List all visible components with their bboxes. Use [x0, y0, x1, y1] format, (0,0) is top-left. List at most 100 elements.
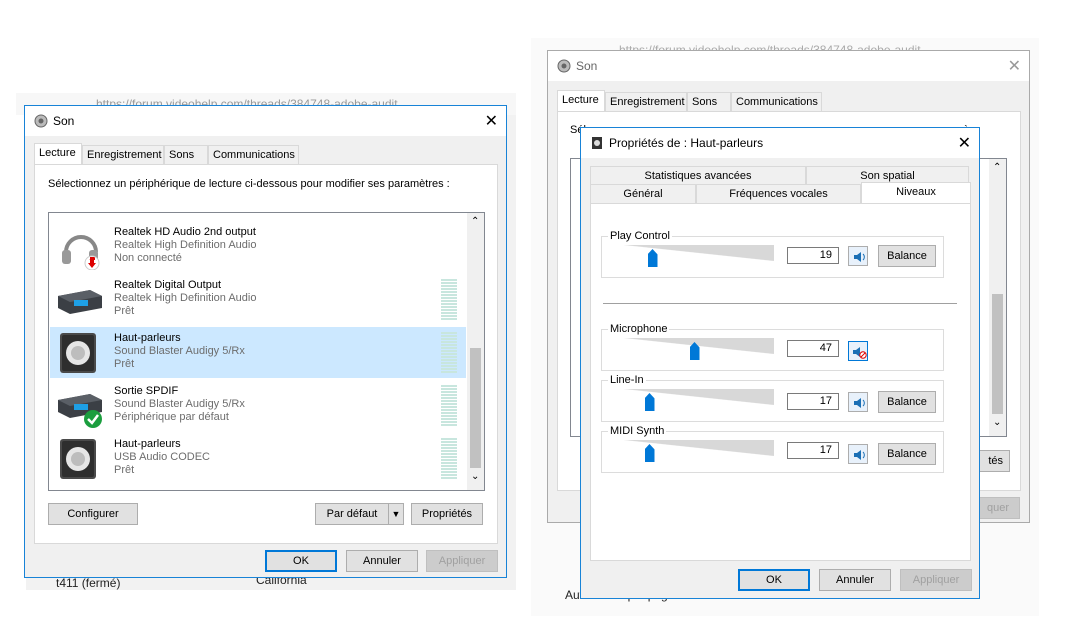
tab-lecture[interactable]: Lecture	[557, 90, 605, 111]
speaker-mute-button[interactable]	[848, 392, 868, 412]
speaker-icon	[58, 437, 100, 481]
device-status: Périphérique par défaut	[114, 411, 229, 423]
ok-button[interactable]: OK	[738, 569, 810, 591]
device-name: Realtek HD Audio 2nd output	[114, 226, 256, 238]
spdif-output-icon	[56, 386, 106, 430]
balance-button[interactable]: Balance	[878, 391, 936, 413]
device-status: Non connecté	[114, 252, 182, 264]
speaker-mute-button[interactable]	[848, 246, 868, 266]
device-status: Prêt	[114, 464, 135, 476]
left-titlebar	[25, 106, 506, 136]
right-titlebar	[548, 51, 1029, 81]
configure-button[interactable]: Configurer	[48, 503, 138, 525]
speaker-icon	[58, 331, 100, 375]
left-window-title: Son	[53, 114, 75, 128]
cancel-button[interactable]: Annuler	[346, 550, 418, 572]
tab-lecture[interactable]: Lecture	[34, 143, 82, 164]
list-scrollbar[interactable]: ⌃ ⌄	[989, 159, 1006, 436]
volume-slider[interactable]	[624, 245, 774, 261]
close-icon[interactable]: ✕	[1008, 56, 1021, 76]
device-status: Prêt	[114, 358, 135, 370]
level-meter	[441, 438, 457, 479]
balance-button[interactable]: Balance	[878, 245, 936, 267]
speaker-mute-button[interactable]	[848, 444, 868, 464]
list-item[interactable]: Realtek HD Audio 2nd output Realtek High…	[50, 221, 466, 272]
device-status: Prêt	[114, 305, 135, 317]
volume-value[interactable]: 19	[787, 247, 839, 264]
device-name: Sortie SPDIF	[114, 385, 179, 397]
cancel-button[interactable]: Annuler	[819, 569, 891, 591]
device-driver: Sound Blaster Audigy 5/Rx	[114, 398, 245, 410]
channel-group: Play Control 19 Balance	[601, 230, 944, 278]
close-icon[interactable]: ✕	[958, 133, 971, 153]
scrollbar-thumb[interactable]	[470, 348, 481, 468]
tab-enregistrement[interactable]: Enregistrement	[82, 145, 164, 164]
properties-button[interactable]: Propriétés	[411, 503, 483, 525]
volume-value[interactable]: 17	[787, 442, 839, 459]
tab-sons[interactable]: Sons	[687, 92, 731, 111]
left-sound-window: Son ✕ Lecture Enregistrement Sons Commun…	[24, 105, 507, 578]
volume-value[interactable]: 47	[787, 340, 839, 357]
device-list[interactable]: Realtek HD Audio 2nd output Realtek High…	[48, 212, 485, 491]
channel-label: Line-In	[608, 374, 646, 386]
set-default-button[interactable]: Par défaut	[315, 503, 389, 525]
chevron-down-icon[interactable]: ⌄	[993, 417, 1001, 428]
list-scrollbar[interactable]: ⌃ ⌄	[467, 213, 484, 490]
channel-group: Line-In 17 Balance	[601, 374, 944, 422]
left-tab-panel: Sélectionnez un périphérique de lecture …	[34, 164, 498, 544]
close-icon[interactable]: ✕	[485, 111, 498, 131]
list-item[interactable]: Haut-parleurs Sound Blaster Audigy 5/Rx …	[50, 327, 466, 378]
chevron-down-icon[interactable]: ⌄	[471, 471, 479, 482]
speaker-volume-icon	[854, 450, 865, 460]
tab-enregistrement[interactable]: Enregistrement	[605, 92, 687, 111]
chevron-up-icon[interactable]: ⌃	[471, 216, 479, 227]
device-name: Haut-parleurs	[114, 332, 181, 344]
tab-statistiques-avancees[interactable]: Statistiques avancées	[590, 166, 806, 185]
speaker-small-icon	[591, 136, 604, 150]
channel-group: MIDI Synth 17 Balance	[601, 425, 944, 473]
tab-general[interactable]: Général	[590, 184, 696, 203]
tab-frequences-vocales[interactable]: Fréquences vocales	[696, 184, 861, 203]
speaker-mute-button[interactable]	[848, 341, 868, 361]
properties-title: Propriétés de : Haut-parleurs	[609, 136, 764, 150]
channel-label: MIDI Synth	[608, 425, 667, 437]
device-name: Haut-parleurs	[114, 438, 181, 450]
scrollbar-thumb[interactable]	[992, 294, 1003, 414]
instruction-text: Sélectionnez un périphérique de lecture …	[48, 178, 450, 190]
ok-button[interactable]: OK	[265, 550, 337, 572]
levels-panel: Play Control 19 Balance Microphone 47 Li…	[590, 203, 971, 561]
tab-sons[interactable]: Sons	[164, 145, 208, 164]
tab-communications[interactable]: Communications	[208, 145, 299, 164]
properties-dialog: Propriétés de : Haut-parleurs ✕ Statisti…	[580, 127, 980, 599]
speaker-volume-icon	[854, 252, 865, 262]
digital-output-icon	[56, 282, 104, 318]
device-driver: USB Audio CODEC	[114, 451, 210, 463]
balance-button[interactable]: Balance	[878, 443, 936, 465]
speaker-volume-icon	[854, 398, 865, 408]
headphones-icon	[58, 224, 104, 271]
level-meter	[441, 332, 457, 373]
right-tab-row: Lecture Enregistrement Sons Communicatio…	[557, 90, 1017, 111]
apply-button[interactable]: Appliquer	[426, 550, 498, 572]
separator-line	[603, 303, 957, 304]
list-item[interactable]: Sortie SPDIF Sound Blaster Audigy 5/Rx P…	[50, 380, 466, 431]
tab-niveaux[interactable]: Niveaux	[861, 182, 971, 203]
left-bg-bottom-text[interactable]: t411 (fermé)	[56, 576, 120, 590]
device-driver: Realtek High Definition Audio	[114, 239, 257, 251]
left-tab-row: Lecture Enregistrement Sons Communicatio…	[34, 143, 494, 164]
volume-value[interactable]: 17	[787, 393, 839, 410]
apply-button[interactable]: Appliquer	[900, 569, 972, 591]
list-item[interactable]: Haut-parleurs USB Audio CODEC Prêt	[50, 433, 466, 484]
device-name: Realtek Digital Output	[114, 279, 221, 291]
speaker-app-icon	[34, 114, 48, 128]
channel-group: Microphone 47	[601, 323, 944, 371]
channel-label: Play Control	[608, 230, 672, 242]
list-item[interactable]: Realtek Digital Output Realtek High Defi…	[50, 274, 466, 325]
right-window-title: Son	[576, 59, 598, 73]
caret-down-icon: ▼	[391, 509, 401, 519]
tab-communications[interactable]: Communications	[731, 92, 822, 111]
chevron-up-icon[interactable]: ⌃	[993, 162, 1001, 173]
speaker-app-icon	[557, 59, 571, 73]
set-default-dropdown[interactable]: ▼	[388, 503, 404, 525]
channel-label: Microphone	[608, 323, 670, 335]
